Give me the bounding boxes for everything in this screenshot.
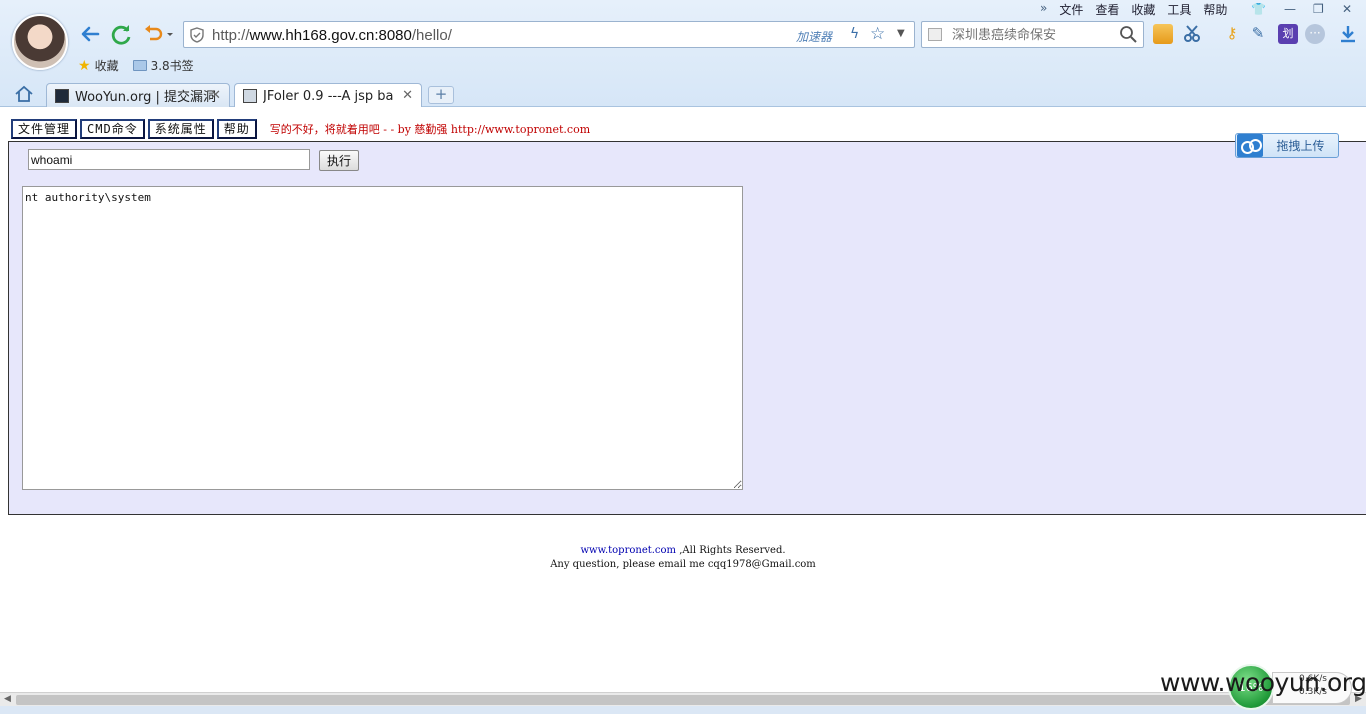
author-tagline: 写的不好，将就着用吧 - - by 慈勤强 http://www.toprone… (269, 123, 591, 136)
minimize-icon[interactable]: — (1284, 2, 1296, 16)
bookmark-folder-label: 3.8书签 (150, 59, 194, 73)
command-input[interactable] (28, 149, 310, 170)
tab-close-icon[interactable]: ✕ (210, 88, 221, 103)
nav-system-properties[interactable]: 系统属性 (147, 119, 214, 139)
favorites-button[interactable]: ★ 收藏 (78, 57, 119, 74)
nav-help[interactable]: 帮助 (216, 119, 257, 139)
menu-favorites[interactable]: 收藏 (1131, 1, 1155, 18)
user-avatar[interactable] (12, 14, 68, 70)
accelerator-button[interactable]: 加速器 (796, 28, 832, 45)
new-tab-button[interactable]: + (428, 86, 454, 104)
tab-title: JFoler 0.9 ---A jsp based (263, 88, 393, 104)
refresh-icon[interactable] (109, 22, 133, 46)
footer-contact: Any question, please email me cqq1978@Gm… (550, 559, 816, 570)
undo-close-icon[interactable] (142, 22, 174, 46)
url-text[interactable]: http://www.hh168.gov.cn:8080/hello/ (212, 27, 452, 44)
nav-file-manager[interactable]: 文件管理 (11, 119, 78, 139)
url-path: /hello/ (411, 27, 452, 44)
download-icon[interactable] (1338, 24, 1358, 44)
execute-button[interactable]: 执行 (319, 150, 359, 171)
home-icon[interactable] (14, 85, 34, 106)
cmd-panel: 执行 nt authority\system (8, 141, 1366, 515)
folder-icon (132, 60, 147, 71)
menu-view[interactable]: 查看 (1095, 1, 1119, 18)
nav-cmd[interactable]: CMD命令 (80, 119, 145, 139)
url-host: www.hh168.gov.cn:8080 (249, 27, 412, 44)
search-box[interactable] (921, 21, 1144, 48)
menu-file[interactable]: 文件 (1059, 1, 1083, 18)
url-prefix: http:// (212, 27, 250, 44)
address-dropdown-icon[interactable]: ▼ (897, 28, 905, 39)
cloud-upload-icon (1237, 134, 1263, 157)
menu-tools[interactable]: 工具 (1167, 1, 1191, 18)
footer-link[interactable]: www.topronet.com (580, 545, 676, 556)
footer-rights-text: ,All Rights Reserved. (676, 545, 786, 556)
watermark: www.wooyun.org (1160, 668, 1366, 697)
tab-close-icon[interactable]: ✕ (402, 88, 413, 103)
tab-wooyun[interactable]: WooYun.org | 提交漏洞 ✕ (46, 83, 230, 107)
wrench-icon[interactable]: ✎ (1248, 24, 1268, 44)
bookmark-star-icon[interactable]: ☆ (870, 24, 885, 44)
shield-icon (190, 27, 204, 46)
tab-title: WooYun.org | 提交漏洞 (75, 90, 217, 105)
page-content: 文件管理 CMD命令 系统属性 帮助 写的不好，将就着用吧 - - by 慈勤强… (0, 107, 1366, 692)
scroll-thumb[interactable] (16, 695, 1350, 705)
tab-favicon-icon (55, 88, 69, 103)
search-input[interactable] (952, 26, 1112, 44)
star-icon: ★ (78, 57, 91, 74)
key-icon[interactable]: ⚷ (1222, 24, 1242, 44)
bookmark-folder[interactable]: 3.8书签 (132, 57, 194, 74)
drag-upload-button[interactable]: 拖拽上传 (1235, 133, 1339, 158)
upload-label: 拖拽上传 (1276, 139, 1325, 153)
tab-favicon-icon (243, 89, 257, 103)
tab-strip: WooYun.org | 提交漏洞 ✕ JFoler 0.9 ---A jsp … (0, 80, 1366, 108)
browser-chrome: http://www.hh168.gov.cn:8080/hello/ 加速器 … (0, 0, 1366, 108)
translate-icon[interactable]: 划 (1278, 24, 1298, 44)
close-window-icon[interactable]: ✕ (1342, 2, 1352, 16)
menu-help[interactable]: 帮助 (1203, 1, 1227, 18)
restore-icon[interactable]: ❐ (1313, 2, 1324, 16)
menu-expand-icon[interactable]: » (1040, 1, 1047, 18)
more-icon[interactable]: ··· (1305, 24, 1325, 44)
jfoler-nav: 文件管理 CMD命令 系统属性 帮助 写的不好，将就着用吧 - - by 慈勤强… (11, 119, 590, 139)
skin-icon[interactable]: 👕 (1251, 2, 1266, 16)
scroll-left-icon[interactable]: ◀ (4, 694, 11, 704)
favorites-label: 收藏 (94, 59, 119, 73)
scissors-icon[interactable] (1183, 24, 1203, 44)
menu-bar: » 文件 查看 收藏 工具 帮助 (1040, 1, 1227, 18)
lightning-icon[interactable]: ϟ (850, 26, 859, 42)
tab-jfoler[interactable]: JFoler 0.9 ---A jsp based ✕ (234, 83, 422, 108)
address-bar[interactable]: http://www.hh168.gov.cn:8080/hello/ 加速器 … (183, 21, 915, 48)
status-bar (0, 706, 1366, 714)
footer: www.topronet.com ,All Rights Reserved. A… (0, 544, 1366, 572)
login-icon[interactable] (1153, 24, 1173, 44)
search-icon[interactable] (1119, 25, 1137, 46)
footer-rights: www.topronet.com ,All Rights Reserved. (0, 544, 1366, 558)
back-icon[interactable] (78, 22, 102, 46)
command-output[interactable]: nt authority\system (22, 186, 743, 490)
favorites-bar: ★ 收藏 3.8书签 (78, 57, 194, 74)
search-engine-icon[interactable] (928, 28, 942, 41)
